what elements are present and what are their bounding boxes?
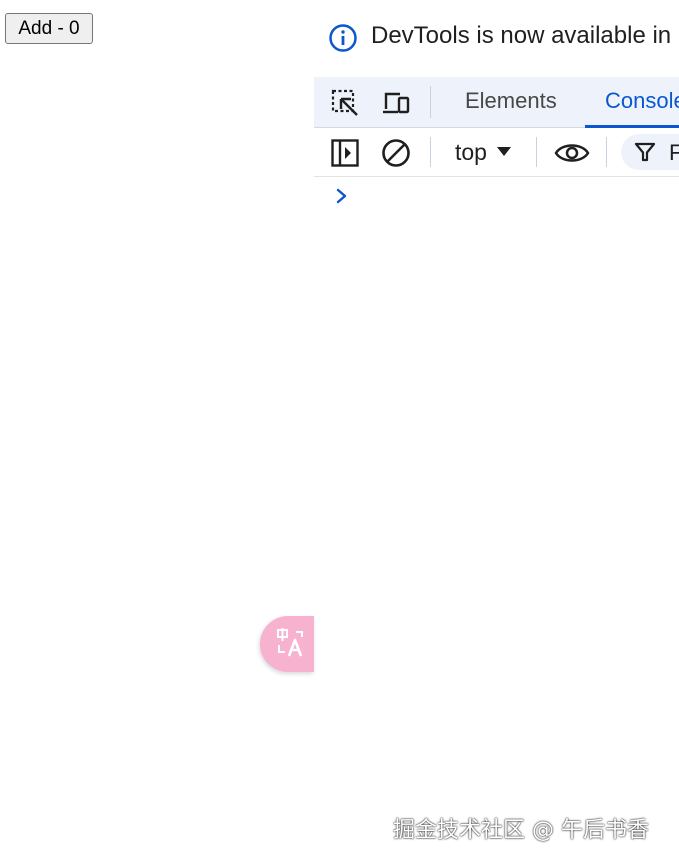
toolbar-divider	[606, 137, 607, 167]
translate-button[interactable]	[260, 616, 314, 672]
clear-console-icon[interactable]	[380, 137, 412, 169]
tab-elements[interactable]: Elements	[465, 77, 557, 127]
filter-icon	[634, 142, 656, 162]
sidebar-toggle-icon[interactable]	[329, 137, 361, 169]
context-selector[interactable]: top	[455, 128, 511, 176]
toolbar-divider	[430, 86, 431, 118]
info-bar: DevTools is now available in C	[314, 0, 679, 77]
toolbar-divider	[536, 137, 537, 167]
page: Add - 0 DevTools is now available in C E…	[0, 0, 679, 862]
tab-console[interactable]: Console	[585, 77, 679, 128]
console-output-area[interactable]	[314, 177, 679, 862]
toolbar-divider	[430, 137, 431, 167]
inspect-element-icon[interactable]	[329, 87, 361, 119]
dropdown-arrow-icon	[496, 147, 511, 157]
console-prompt-chevron-icon	[336, 188, 347, 204]
filter-input[interactable]: F	[621, 134, 679, 170]
live-expression-eye-icon[interactable]	[554, 137, 590, 169]
devtools-tab-bar: Elements Console	[314, 77, 679, 128]
add-button[interactable]: Add - 0	[5, 13, 93, 44]
translate-icon	[277, 628, 303, 657]
context-value: top	[455, 139, 487, 165]
filter-placeholder: F	[669, 140, 679, 165]
devtools-panel: DevTools is now available in C Elements …	[314, 0, 679, 862]
info-icon	[329, 24, 357, 52]
device-toolbar-icon[interactable]	[380, 87, 412, 119]
info-message: DevTools is now available in C	[371, 22, 679, 49]
watermark: 掘金技术社区 @ 午后书香	[393, 818, 649, 843]
console-toolbar: top F	[314, 128, 679, 177]
